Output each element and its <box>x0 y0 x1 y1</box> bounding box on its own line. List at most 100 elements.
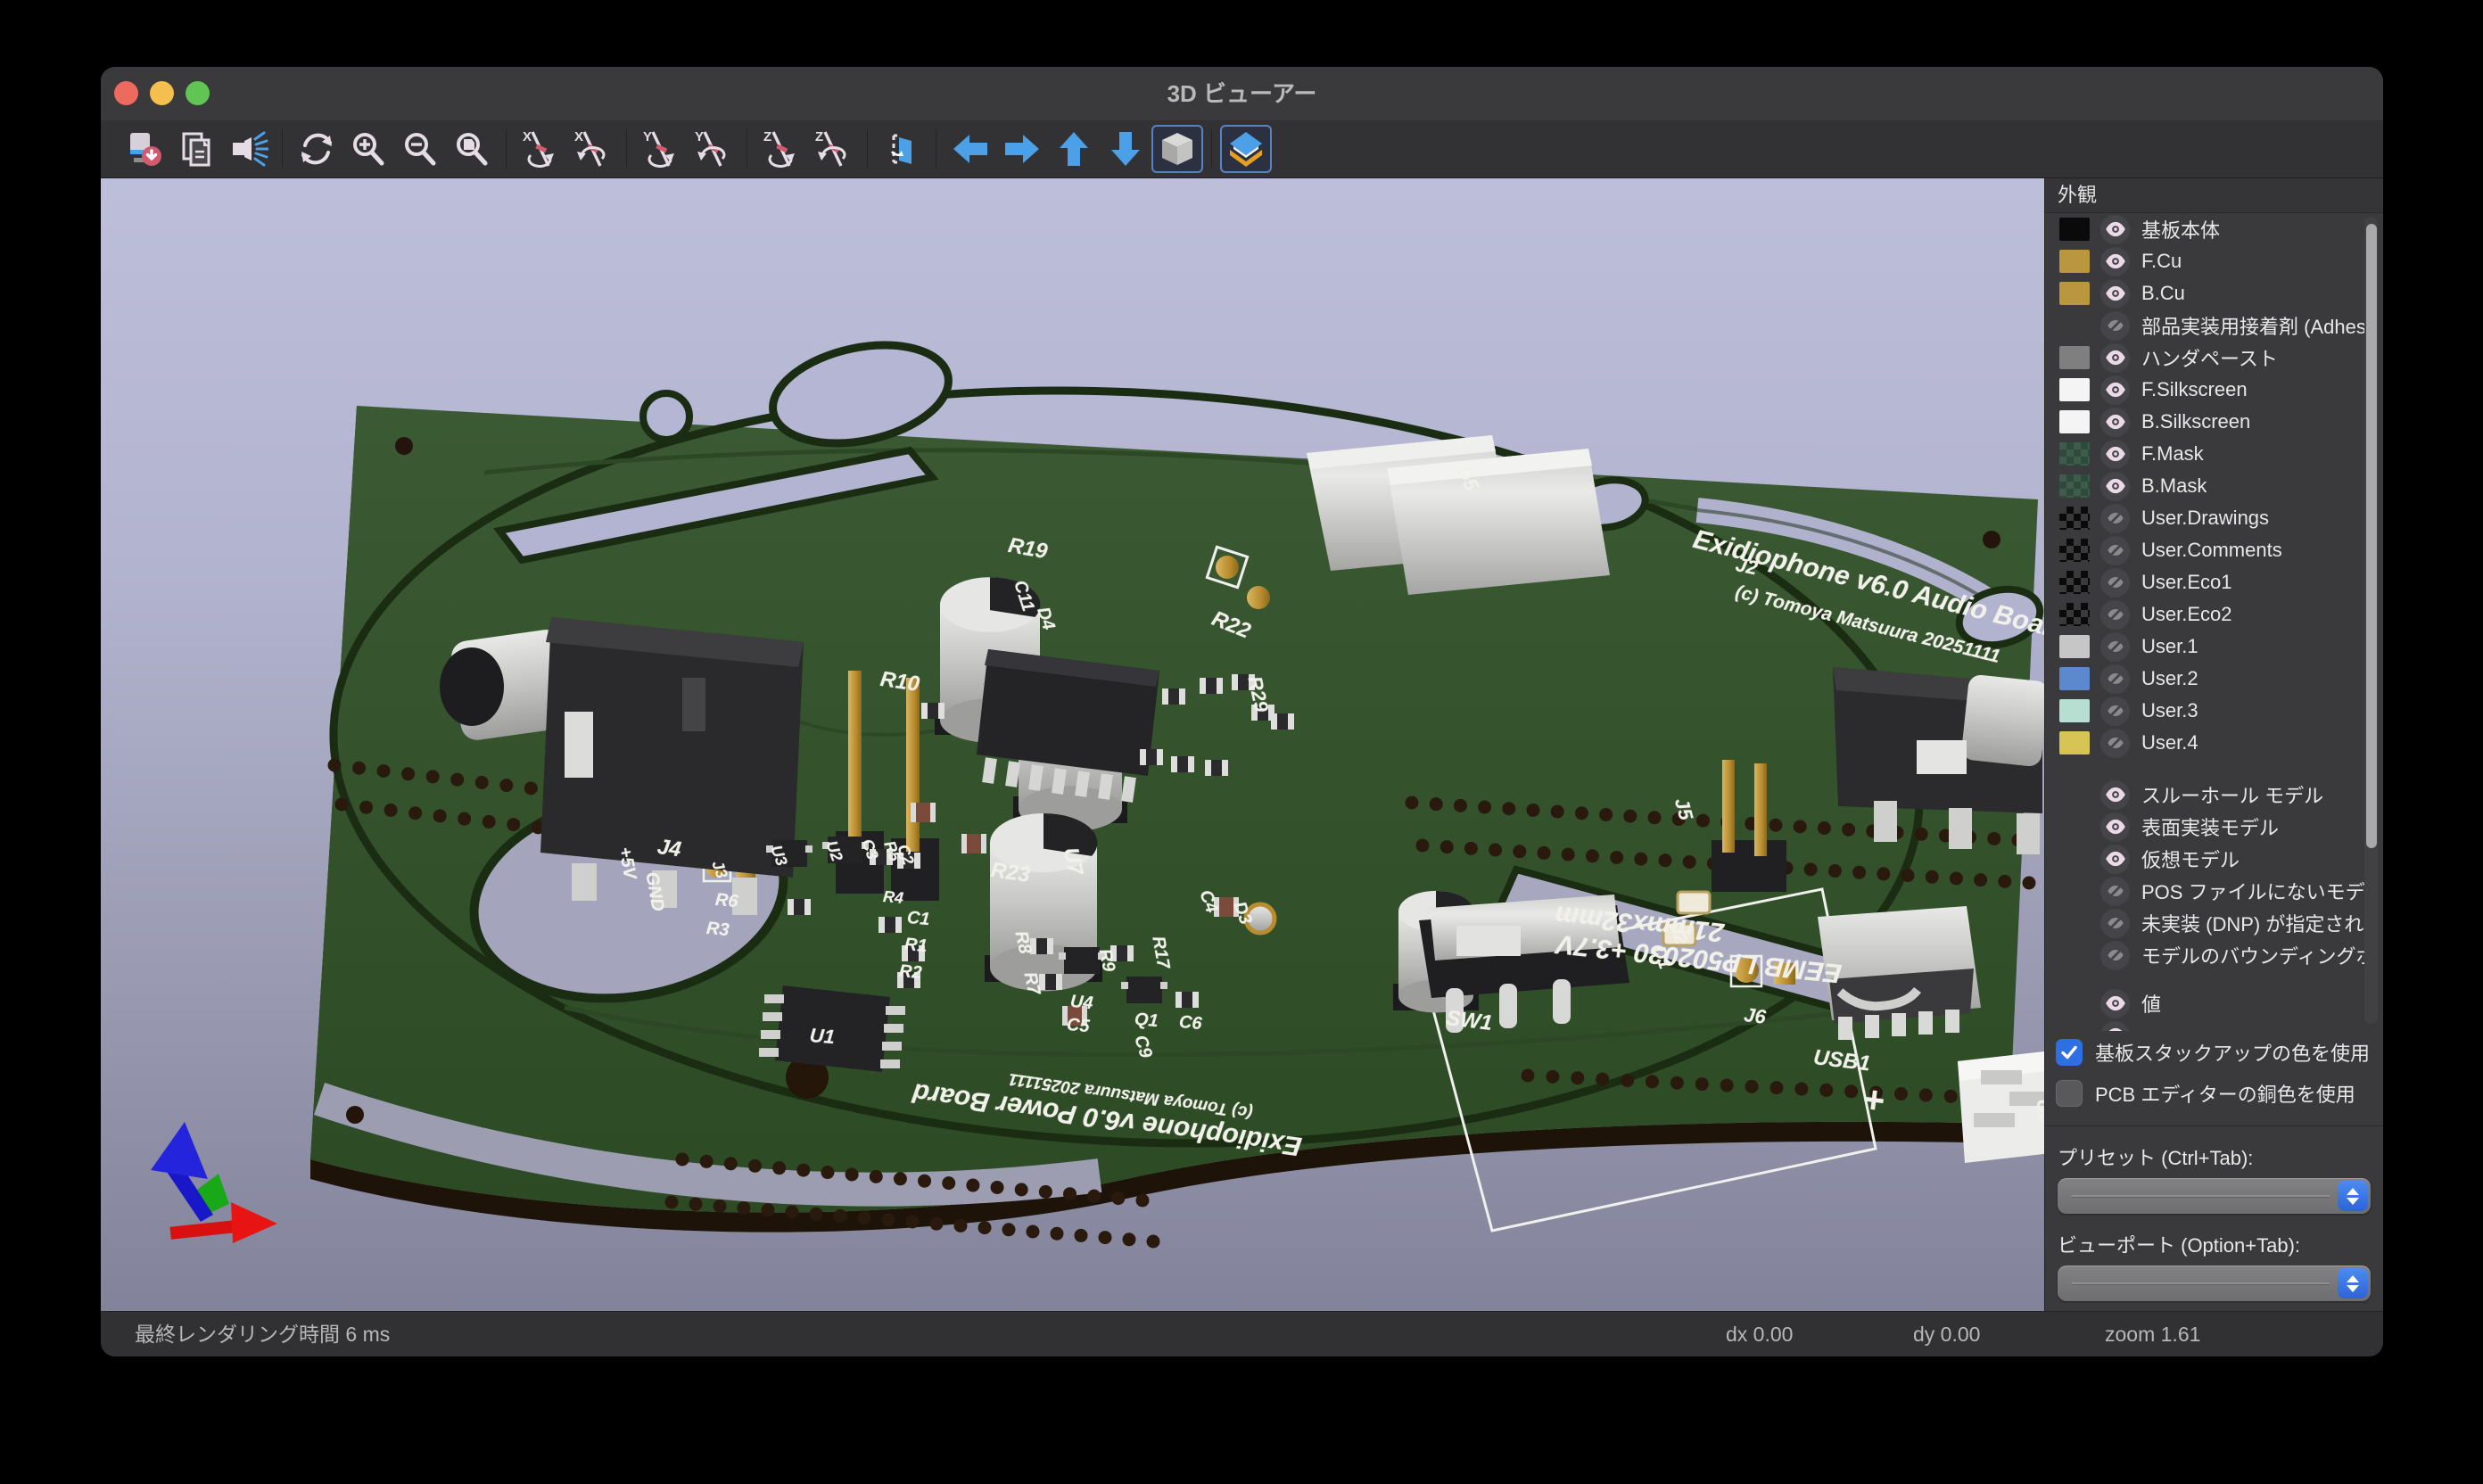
visibility-eye-icon[interactable] <box>2100 279 2130 309</box>
flip-board-button[interactable] <box>876 125 928 173</box>
visibility-eye-icon[interactable] <box>2100 780 2130 810</box>
visibility-eye-off-icon[interactable] <box>2100 311 2130 341</box>
visibility-eye-icon[interactable] <box>2100 472 2130 501</box>
layer-row-user-4[interactable]: User.4 <box>2045 727 2383 759</box>
visibility-eye-off-icon[interactable] <box>2100 632 2130 662</box>
layer-row-f-silkscreen[interactable]: F.Silkscreen <box>2045 374 2383 406</box>
checkbox-row-1[interactable]: PCB エディターの銅色を使用 <box>2045 1074 2383 1113</box>
visibility-eye-off-icon[interactable] <box>2100 877 2130 906</box>
svg-text:X: X <box>574 129 583 144</box>
rotate-z-clockwise-button[interactable]: Z <box>755 125 807 173</box>
rotate-y-clockwise-button[interactable]: Y <box>635 125 687 173</box>
pan-up-button[interactable] <box>1048 125 1100 173</box>
orthographic-projection-button[interactable] <box>1151 125 1203 173</box>
layer-color-swatch[interactable] <box>2059 250 2090 273</box>
layer-color-swatch[interactable] <box>2059 667 2090 690</box>
visibility-eye-icon[interactable] <box>2100 1021 2130 1032</box>
layer-color-swatch[interactable] <box>2059 507 2090 530</box>
rotate-x-counterclockwise-button[interactable]: X <box>566 125 618 173</box>
reload-board-button[interactable] <box>119 125 170 173</box>
visibility-eye-icon[interactable] <box>2100 812 2130 842</box>
visibility-eye-icon[interactable] <box>2100 440 2130 469</box>
layer-row-b-cu[interactable]: B.Cu <box>2045 277 2383 309</box>
layer-color-swatch[interactable] <box>2059 571 2090 594</box>
visibility-eye-icon[interactable] <box>2100 343 2130 373</box>
render-current-view-button[interactable] <box>222 125 274 173</box>
rotate-z-counterclockwise-button[interactable]: Z <box>807 125 859 173</box>
checkbox-checked[interactable] <box>2056 1039 2083 1066</box>
values-row[interactable]: 値 <box>2045 987 2383 1019</box>
layer-color-swatch[interactable] <box>2059 699 2090 722</box>
zoom-in-button[interactable] <box>342 125 394 173</box>
layer-row-user-drawings[interactable]: User.Drawings <box>2045 502 2383 534</box>
layer-color-swatch[interactable] <box>2059 378 2090 401</box>
3d-viewport[interactable]: Exidiophone v6.0 Audio Board(c) Tomoya M… <box>101 178 2044 1311</box>
visibility-eye-off-icon[interactable] <box>2100 729 2130 758</box>
layer-row-user-eco2[interactable]: User.Eco2 <box>2045 598 2383 631</box>
model-row-3[interactable]: POS ファイルにないモデル <box>2045 875 2383 907</box>
layer-color-swatch[interactable] <box>2059 346 2090 369</box>
visibility-eye-off-icon[interactable] <box>2100 504 2130 533</box>
preset-stepper[interactable] <box>2338 1181 2368 1211</box>
visibility-eye-off-icon[interactable] <box>2100 697 2130 726</box>
layer-row-f-mask[interactable]: F.Mask <box>2045 438 2383 470</box>
visibility-eye-off-icon[interactable] <box>2100 909 2130 938</box>
visibility-eye-icon[interactable] <box>2100 247 2130 276</box>
viewport-dropdown[interactable] <box>2058 1266 2371 1301</box>
viewport-stepper[interactable] <box>2338 1268 2368 1298</box>
preset-dropdown[interactable] <box>2058 1178 2371 1214</box>
visibility-eye-icon[interactable] <box>2100 215 2130 244</box>
layer-row-user-3[interactable]: User.3 <box>2045 695 2383 727</box>
visibility-eye-off-icon[interactable] <box>2100 664 2130 694</box>
layer-color-swatch[interactable] <box>2059 442 2090 466</box>
visibility-eye-off-icon[interactable] <box>2100 568 2130 598</box>
redraw-button[interactable] <box>291 125 342 173</box>
layer-color-swatch[interactable] <box>2059 539 2090 562</box>
checkbox-row-0[interactable]: 基板スタックアップの色を使用 <box>2045 1033 2383 1072</box>
scrollbar[interactable] <box>2364 217 2378 1024</box>
layer-row--adhesive-[interactable]: 部品実装用接着剤 (Adhesive) <box>2045 309 2383 342</box>
visibility-eye-off-icon[interactable] <box>2100 536 2130 565</box>
layer-color-swatch <box>2059 911 2090 935</box>
visibility-eye-off-icon[interactable] <box>2100 600 2130 630</box>
zoom-to-fit-button[interactable] <box>446 125 498 173</box>
visibility-eye-icon[interactable] <box>2100 375 2130 405</box>
row-label: 部品実装用接着剤 (Adhesive) <box>2141 311 2364 340</box>
copy-image-button[interactable] <box>170 125 222 173</box>
pan-down-button[interactable] <box>1100 125 1151 173</box>
model-row-4[interactable]: 未実装 (DNP) が指定された部品 <box>2045 907 2383 939</box>
clipped-row[interactable] <box>2045 1019 2383 1031</box>
layer-row-f-cu[interactable]: F.Cu <box>2045 245 2383 277</box>
model-row-5[interactable]: モデルのバウンディングボックス <box>2045 939 2383 971</box>
checkbox-unchecked[interactable] <box>2056 1080 2083 1107</box>
model-row-1[interactable]: 表面実装モデル <box>2045 811 2383 843</box>
layer-row-user-1[interactable]: User.1 <box>2045 631 2383 663</box>
model-row-2[interactable]: 仮想モデル <box>2045 843 2383 875</box>
visibility-eye-icon[interactable] <box>2100 408 2130 437</box>
appearance-manager-button[interactable] <box>1220 125 1272 173</box>
layer-color-swatch[interactable] <box>2059 410 2090 433</box>
pan-right-button[interactable] <box>996 125 1048 173</box>
layer-color-swatch[interactable] <box>2059 218 2090 241</box>
layer-row--[interactable]: 基板本体 <box>2045 213 2383 245</box>
scrollbar-thumb[interactable] <box>2366 224 2377 848</box>
layer-color-swatch[interactable] <box>2059 474 2090 498</box>
layer-color-swatch[interactable] <box>2059 603 2090 626</box>
model-row-0[interactable]: スルーホール モデル <box>2045 779 2383 811</box>
rotate-y-counterclockwise-button[interactable]: Y <box>687 125 738 173</box>
rotate-x-clockwise-button[interactable]: X <box>515 125 566 173</box>
visibility-eye-off-icon[interactable] <box>2100 941 2130 970</box>
zoom-out-button[interactable] <box>394 125 446 173</box>
layer-color-swatch[interactable] <box>2059 282 2090 305</box>
layer-row-user-eco1[interactable]: User.Eco1 <box>2045 566 2383 598</box>
layer-row-b-mask[interactable]: B.Mask <box>2045 470 2383 502</box>
layer-color-swatch[interactable] <box>2059 635 2090 658</box>
layer-row-b-silkscreen[interactable]: B.Silkscreen <box>2045 406 2383 438</box>
visibility-eye-icon[interactable] <box>2100 989 2130 1018</box>
layer-row-user-2[interactable]: User.2 <box>2045 663 2383 695</box>
visibility-eye-icon[interactable] <box>2100 845 2130 874</box>
layer-row-user-comments[interactable]: User.Comments <box>2045 534 2383 566</box>
layer-row--[interactable]: ハンダペースト <box>2045 342 2383 374</box>
pan-left-button[interactable] <box>945 125 996 173</box>
layer-color-swatch[interactable] <box>2059 731 2090 754</box>
